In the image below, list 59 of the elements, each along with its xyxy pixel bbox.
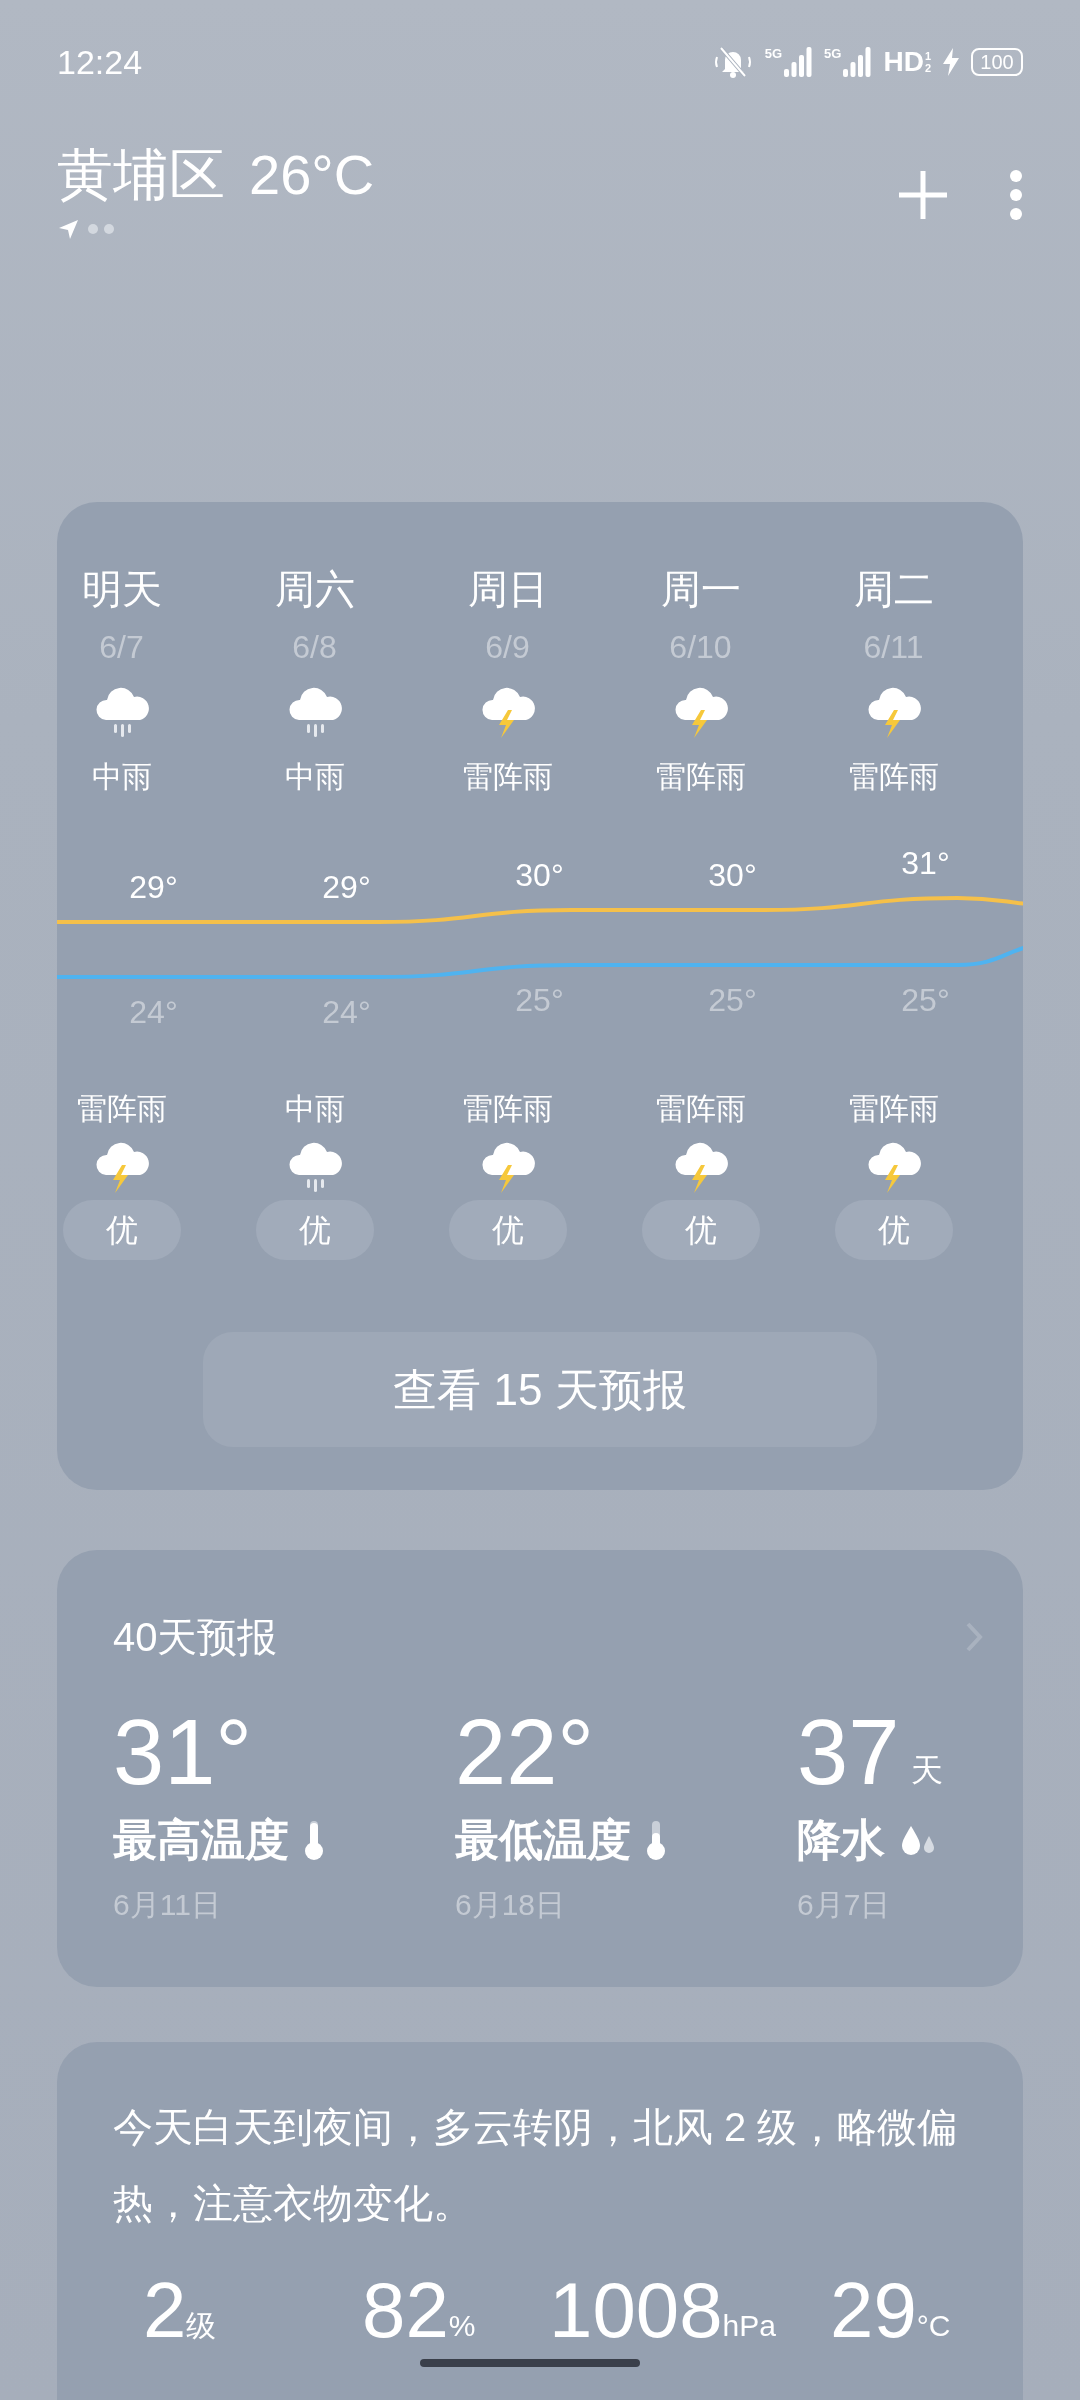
network-label: 5G (824, 47, 842, 60)
stat-value: 2 (143, 2270, 187, 2350)
add-icon[interactable] (897, 169, 949, 221)
air-quality-pill: 优 (62, 1200, 181, 1260)
stat-unit: 级 (186, 2309, 217, 2344)
stat-value: 1008 (549, 2270, 723, 2350)
thermometer-icon (303, 1819, 325, 1861)
stat-unit: 天 (911, 1751, 944, 1790)
condition-label: 雷阵雨 (848, 1091, 939, 1127)
clock: 12:24 (57, 41, 143, 83)
more-icon[interactable] (1009, 169, 1023, 221)
stat-unit: % (448, 2308, 476, 2344)
muted-bell-icon (712, 45, 753, 79)
condition-label: 雷阵雨 (462, 759, 553, 795)
high-temperature: 29° (321, 868, 372, 907)
day-label[interactable]: 周六 (274, 565, 355, 613)
page-indicator-icon (57, 218, 117, 240)
air-quality-pill: 优 (641, 1200, 760, 1260)
condition-label: 雷阵雨 (655, 759, 746, 795)
battery: 100 (971, 48, 1023, 76)
stat-unit: hPa (722, 2308, 776, 2344)
card-title: 40天预报 (113, 1614, 278, 1661)
high-temperature: 31° (900, 844, 951, 883)
day-label[interactable]: 明天 (81, 565, 162, 613)
stat-label: 最低温度 (455, 1814, 631, 1866)
stat-value: 37 (797, 1702, 900, 1802)
condition-label: 中雨 (284, 1091, 345, 1127)
stat-value: 82 (362, 2270, 449, 2350)
air-quality-pill: 优 (255, 1200, 374, 1260)
hd-label: HD (883, 48, 924, 76)
condition-label: 雷阵雨 (655, 1091, 746, 1127)
air-quality-pill: 优 (448, 1200, 567, 1260)
high-temperature: 30° (514, 856, 565, 895)
signal-icon (784, 47, 813, 77)
day-label[interactable]: 周日 (467, 565, 548, 613)
weather-summary: 今天白天到夜间，多云转阴，北风 2 级，略微偏热，注意衣物变化。 (113, 2104, 959, 2227)
condition-label: 中雨 (91, 759, 152, 795)
condition-label: 雷阵雨 (76, 1091, 167, 1127)
stat-value: 22° (455, 1702, 595, 1802)
condition-label: 雷阵雨 (848, 759, 939, 795)
day-label[interactable]: 周二 (853, 565, 934, 613)
signal-icon (843, 47, 872, 77)
thermometer-icon (645, 1819, 667, 1861)
network-label: 5G (764, 47, 783, 60)
stat-value: 31° (113, 1702, 253, 1802)
hd-slot-label: 1 2 (924, 50, 931, 74)
condition-label: 雷阵雨 (462, 1091, 553, 1127)
stat-label: 最高温度 (113, 1814, 289, 1866)
high-temperature: 29° (128, 868, 179, 907)
stat-unit: °C (916, 2308, 951, 2344)
condition-label: 中雨 (284, 759, 345, 795)
current-temperature: 26°C (249, 142, 375, 208)
stat-value: 29 (830, 2270, 917, 2350)
high-temperature: 30° (707, 856, 758, 895)
day-label[interactable]: 周一 (660, 565, 741, 613)
air-quality-pill: 优 (834, 1200, 953, 1260)
stat-label: 降水 (797, 1814, 885, 1866)
fifteen-day-forecast-button[interactable]: 查看 15 天预报 (203, 1332, 877, 1447)
location-name: 黄埔区 (57, 142, 225, 208)
